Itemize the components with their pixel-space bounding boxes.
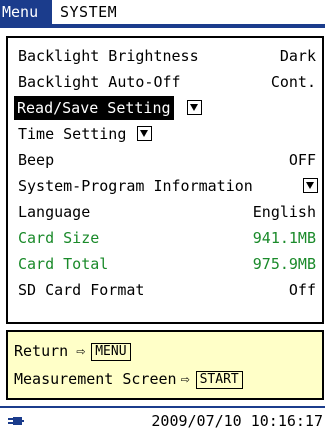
setting-beep[interactable]: Beep OFF [14, 148, 320, 172]
help-measure-label: Measurement Screen [14, 370, 177, 388]
setting-value: Off [288, 281, 316, 299]
info-label: Card Total [18, 255, 109, 273]
setting-value: Dark [279, 47, 316, 65]
info-value: 975.9MB [252, 255, 316, 273]
tab-menu[interactable]: Menu [0, 0, 52, 24]
header-divider [0, 24, 325, 28]
setting-label: Time Setting [18, 125, 127, 143]
header-bar: Menu SYSTEM [0, 0, 325, 24]
setting-label: SD Card Format [18, 281, 145, 299]
info-value: 941.1MB [252, 229, 316, 247]
ac-plug-icon [8, 417, 24, 425]
setting-time[interactable]: Time Setting [14, 122, 320, 146]
setting-label: Backlight Auto-Off [18, 73, 181, 91]
info-card-size: Card Size 941.1MB [14, 226, 320, 250]
help-measure-row: Measurement Screen ⇨ START [14, 366, 243, 392]
setting-label: Read/Save Setting [14, 96, 174, 120]
info-card-total: Card Total 975.9MB [14, 252, 320, 276]
device-screen: Menu SYSTEM Backlight Brightness Dark Ba… [0, 0, 325, 433]
setting-value: Cont. [270, 73, 316, 91]
settings-panel: Backlight Brightness Dark Backlight Auto… [6, 36, 324, 324]
setting-label: System-Program Information [18, 177, 253, 195]
help-box: Return ⇨ MENU Measurement Screen ⇨ START [6, 330, 324, 400]
start-key[interactable]: START [195, 371, 243, 389]
dropdown-arrow-icon[interactable] [137, 126, 152, 141]
status-datetime: 2009/07/10 10:16:17 [151, 412, 323, 430]
setting-value: OFF [288, 151, 316, 169]
setting-backlight-auto-off[interactable]: Backlight Auto-Off Cont. [14, 70, 320, 94]
tab-system[interactable]: SYSTEM [52, 0, 232, 24]
setting-label: Backlight Brightness [18, 47, 199, 65]
setting-backlight-brightness[interactable]: Backlight Brightness Dark [14, 44, 320, 68]
setting-value: English [252, 203, 316, 221]
setting-sd-card-format[interactable]: SD Card Format Off [14, 278, 320, 302]
setting-language[interactable]: Language English [14, 200, 320, 224]
dropdown-arrow-icon[interactable] [303, 178, 318, 193]
status-bar: 2009/07/10 10:16:17 [0, 406, 325, 433]
help-return-row: Return ⇨ MENU [14, 338, 131, 364]
arrow-right-icon: ⇨ [76, 342, 86, 360]
help-return-label: Return [14, 342, 69, 360]
setting-system-program-info[interactable]: System-Program Information [14, 174, 320, 198]
arrow-right-icon: ⇨ [180, 370, 190, 388]
dropdown-arrow-icon[interactable] [187, 100, 202, 115]
menu-key[interactable]: MENU [91, 343, 131, 361]
setting-label: Beep [18, 151, 55, 169]
setting-read-save[interactable]: Read/Save Setting [14, 96, 320, 120]
info-label: Card Size [18, 229, 100, 247]
setting-label: Language [18, 203, 91, 221]
